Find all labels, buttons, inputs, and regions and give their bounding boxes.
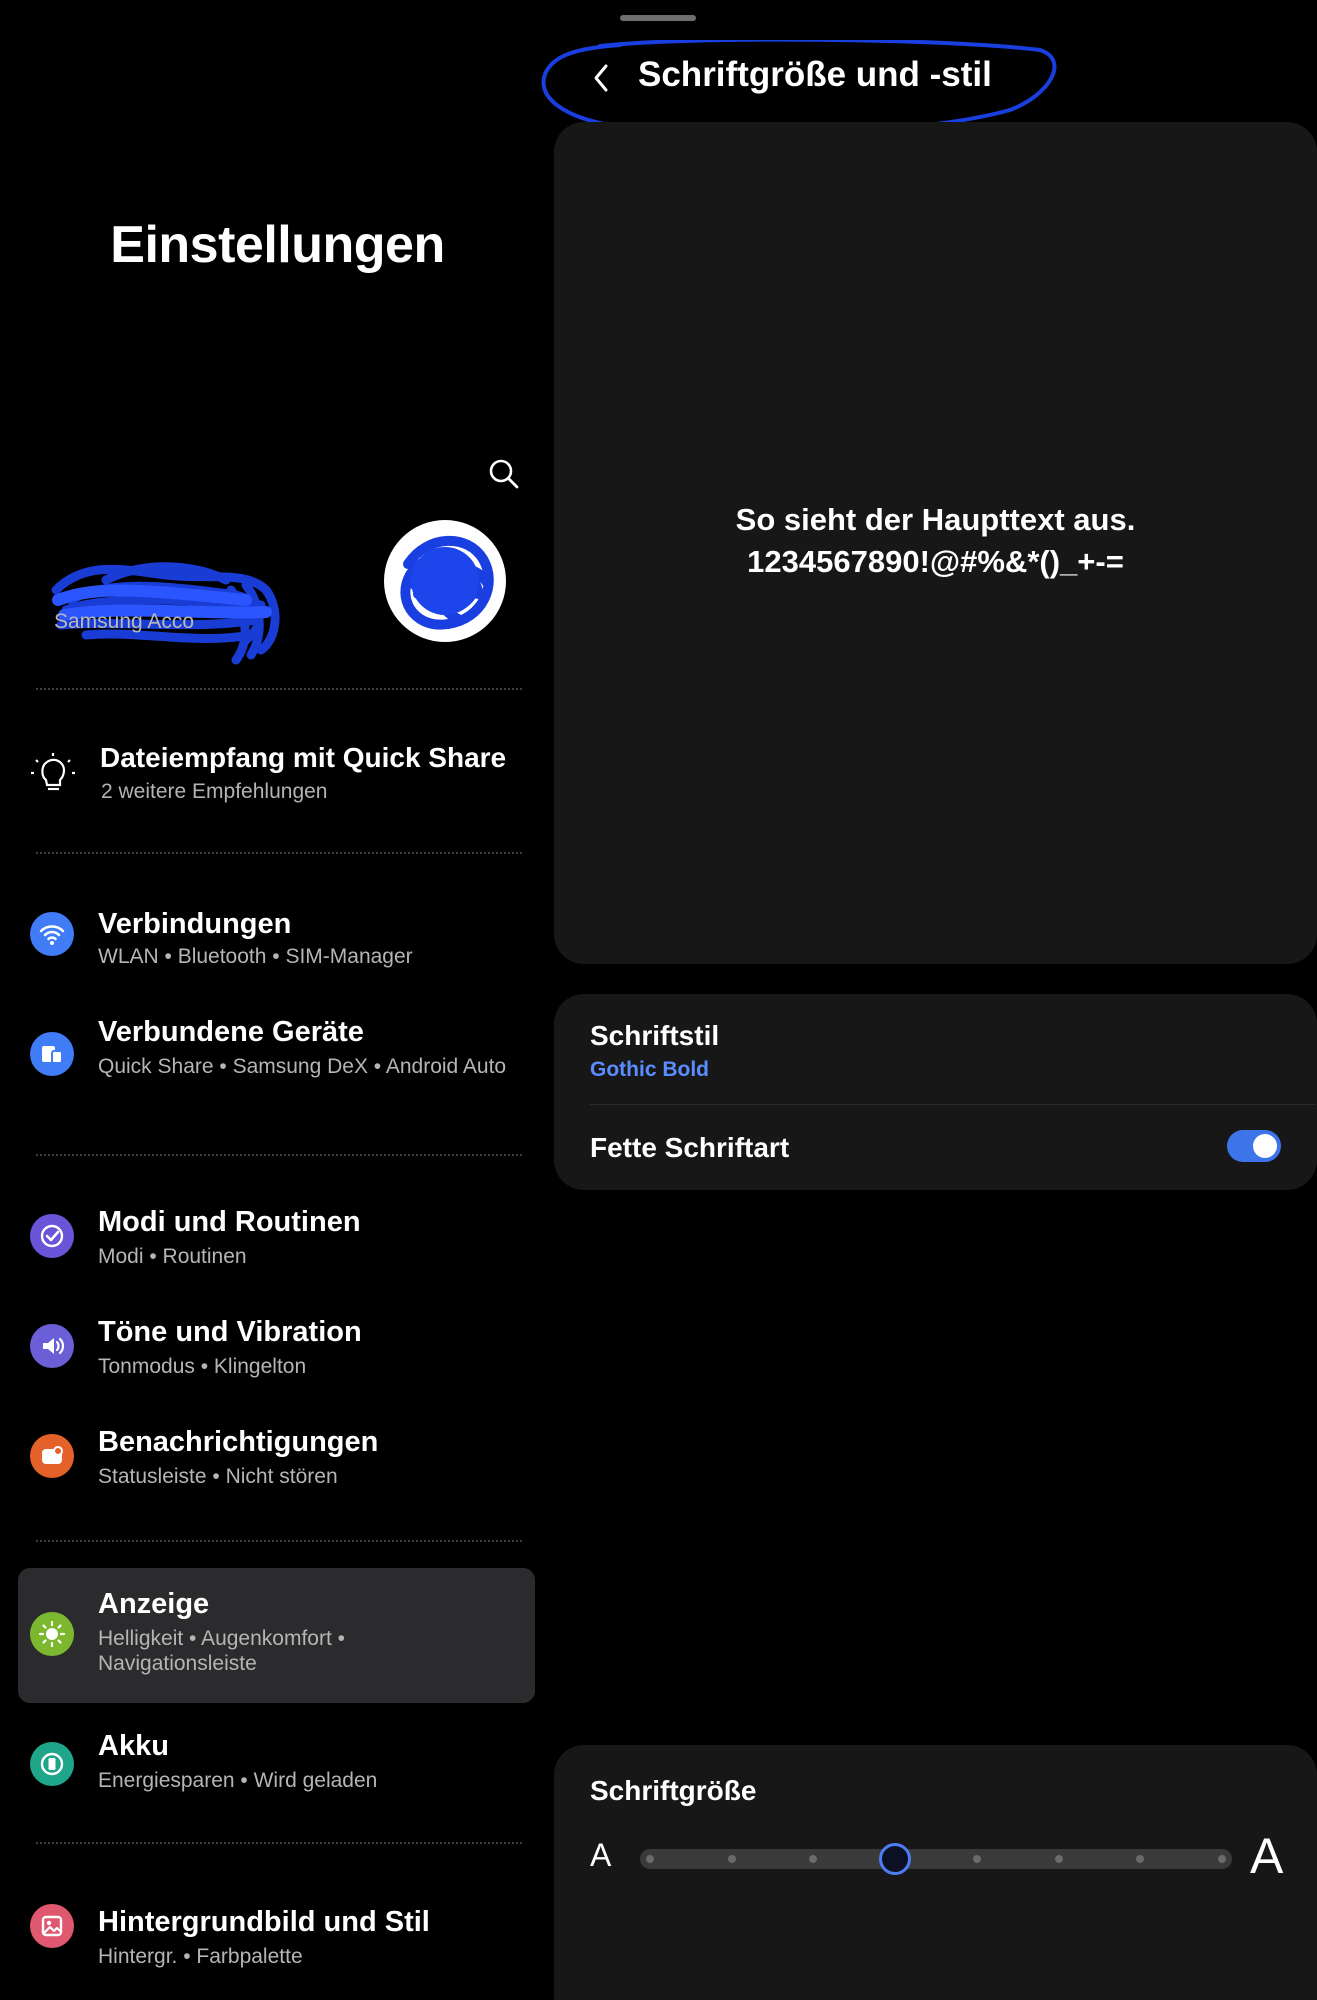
slider-step-dot (646, 1855, 654, 1863)
preview-sample-characters: 1234567890!@#%&*()_+-= (747, 544, 1124, 579)
font-style-value: Gothic Bold (590, 1058, 709, 1081)
slider-step-dot (1054, 1855, 1063, 1863)
font-size-card: Schriftgröße A A (554, 1745, 1317, 2000)
slider-step-dot (972, 1855, 981, 1863)
item-subtitle: Tonmodus • Klingelton (98, 1355, 307, 1378)
settings-item-display[interactable]: Anzeige Helligkeit • Augenkomfort • Navi… (18, 1568, 535, 1703)
slider-step-dot (809, 1855, 818, 1863)
check-circle-icon (30, 1214, 74, 1258)
item-title: Töne und Vibration (98, 1316, 362, 1348)
wallpaper-icon (30, 1904, 74, 1948)
suggestion-title: Dateiempfang mit Quick Share (100, 742, 507, 773)
divider (36, 852, 522, 854)
settings-item-connections[interactable]: Verbindungen WLAN • Bluetooth • SIM-Mana… (18, 888, 535, 988)
item-title: Hintergrundbild und Stil (98, 1906, 430, 1938)
settings-item-modes-routines[interactable]: Modi und Routinen Modi • Routinen (18, 1190, 535, 1290)
preview-text: So sieht der Haupttext aus. (735, 502, 1136, 537)
item-title: Anzeige (98, 1588, 210, 1620)
larger-font-button[interactable]: A (1250, 1827, 1283, 1885)
item-title: Benachrichtigungen (98, 1426, 379, 1458)
item-title: Akku (98, 1730, 169, 1762)
item-subtitle: Hintergr. • Farbpalette (98, 1945, 303, 1968)
item-subtitle: Quick Share • Samsung DeX • Android Auto (98, 1055, 507, 1078)
lightbulb-icon (30, 752, 76, 798)
slider-step-dot (727, 1855, 736, 1863)
smaller-font-button[interactable]: A (590, 1837, 611, 1874)
item-title: Modi und Routinen (98, 1206, 361, 1238)
slider-step-dot (1136, 1855, 1145, 1863)
font-size-label: Schriftgröße (590, 1775, 757, 1806)
font-style-label: Schriftstil (590, 1020, 720, 1051)
font-size-slider[interactable] (640, 1843, 1232, 1875)
settings-item-notifications[interactable]: Benachrichtigungen Statusleiste • Nicht … (18, 1410, 535, 1510)
account-label: Samsung Acco (54, 610, 195, 633)
divider (36, 1154, 522, 1156)
slider-thumb[interactable] (879, 1843, 912, 1875)
item-subtitle: Energiesparen • Wird geladen (98, 1769, 378, 1792)
bold-font-toggle[interactable] (1227, 1130, 1281, 1162)
detail-title: Schriftgröße und -stil (638, 55, 992, 94)
slider-step-dot (1218, 1855, 1226, 1863)
item-title: Verbundene Geräte (98, 1016, 364, 1048)
samsung-account[interactable]: Samsung Acco (36, 520, 536, 665)
divider (36, 1842, 522, 1844)
item-subtitle: WLAN • Bluetooth • SIM-Manager (98, 945, 413, 968)
font-style-setting[interactable]: Schriftstil Gothic Bold (590, 1020, 1270, 1090)
font-preview-card: So sieht der Haupttext aus. 1234567890!@… (554, 122, 1317, 964)
item-subtitle: Helligkeit • Augenkomfort • Navigationsl… (98, 1627, 345, 1675)
item-subtitle: Modi • Routinen (98, 1245, 247, 1268)
settings-pane: Einstellungen Samsung Acco Dateiempfang … (0, 0, 545, 2000)
settings-item-wallpaper[interactable]: Hintergrundbild und Stil Hintergr. • Far… (18, 1880, 535, 1980)
font-style-card: Schriftstil Gothic Bold Fette Schriftart (554, 994, 1317, 1190)
wifi-icon (30, 912, 74, 956)
settings-item-connected-devices[interactable]: Verbundene Geräte Quick Share • Samsung … (18, 1000, 535, 1110)
avatar[interactable] (384, 520, 506, 642)
divider (590, 1104, 1316, 1105)
search-icon[interactable] (486, 456, 522, 492)
drag-handle[interactable] (620, 15, 696, 21)
suggestion-item[interactable]: Dateiempfang mit Quick Share 2 weitere E… (30, 738, 530, 818)
speaker-icon (30, 1324, 74, 1368)
item-title: Verbindungen (98, 908, 292, 940)
battery-icon (30, 1742, 74, 1786)
back-icon[interactable] (582, 56, 622, 100)
page-title: Einstellungen (110, 216, 445, 274)
settings-item-battery[interactable]: Akku Energiesparen • Wird geladen (18, 1718, 535, 1818)
divider (36, 688, 522, 690)
bold-font-label: Fette Schriftart (590, 1132, 790, 1163)
suggestion-subtitle: 2 weitere Empfehlungen (101, 780, 328, 803)
devices-icon (30, 1032, 74, 1076)
sun-icon (30, 1612, 74, 1656)
notification-icon (30, 1434, 74, 1478)
item-subtitle: Statusleiste • Nicht stören (98, 1465, 338, 1488)
toggle-knob (1253, 1134, 1277, 1158)
settings-item-sounds[interactable]: Töne und Vibration Tonmodus • Klingelton (18, 1300, 535, 1400)
divider (36, 1540, 522, 1542)
